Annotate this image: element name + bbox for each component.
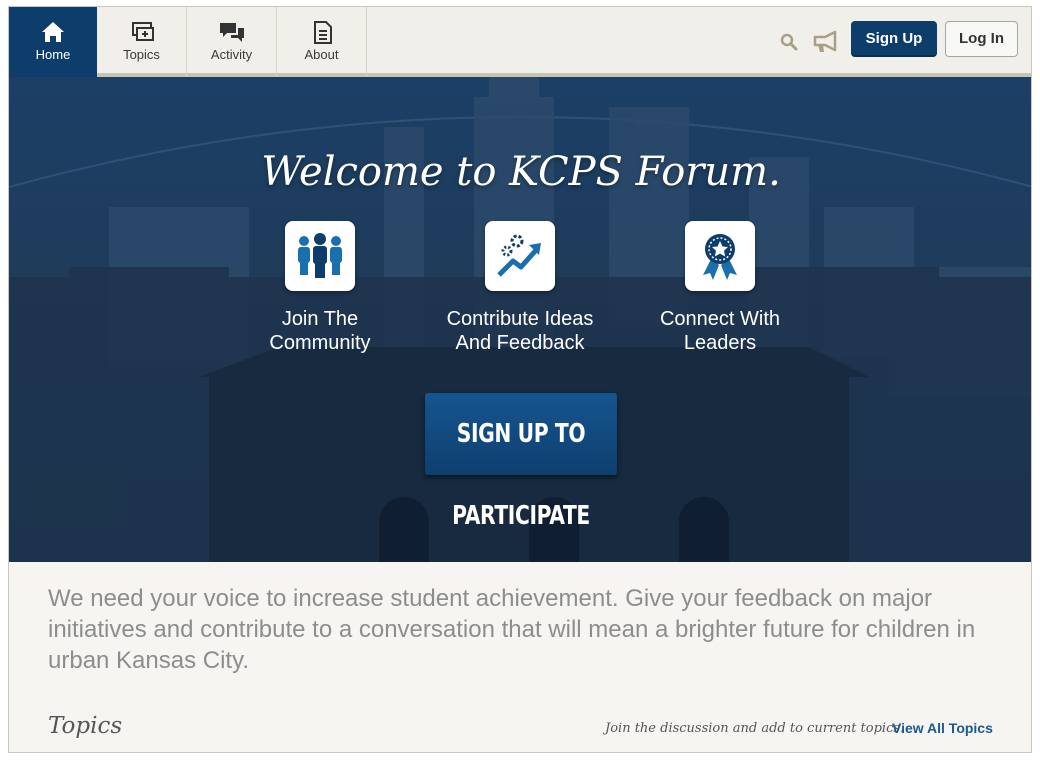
topics-icon — [97, 19, 186, 45]
tab-topics[interactable]: Topics — [97, 7, 187, 77]
activity-icon — [187, 19, 276, 45]
tab-home-label: Home — [35, 47, 71, 62]
about-icon — [277, 19, 366, 45]
feature-connect-leaders: Connect With Leaders — [630, 221, 810, 355]
tab-home[interactable]: Home — [9, 7, 97, 77]
search-icon[interactable] — [775, 29, 803, 55]
megaphone-icon[interactable] — [811, 29, 839, 55]
people-icon — [285, 221, 355, 291]
feature-join-label-line2: Community — [269, 332, 371, 354]
hero-title: Welcome to KCPS Forum. — [261, 149, 781, 195]
view-all-topics-link[interactable]: View All Topics — [892, 720, 993, 736]
feature-contribute-label-line2: And Feedback — [455, 332, 585, 354]
award-ribbon-icon — [685, 221, 755, 291]
intro-paragraph: We need your voice to increase student a… — [48, 585, 976, 674]
tab-topics-label: Topics — [123, 47, 160, 62]
home-icon — [9, 19, 97, 45]
top-navigation: Home Topics Activity About Sign Up Log I… — [9, 7, 1031, 77]
feature-connect-label-line1: Connect With — [659, 308, 781, 330]
sign-up-to-participate-button[interactable]: SIGN UP TO PARTICIPATE — [425, 393, 617, 531]
feature-connect-label-line2: Leaders — [683, 332, 757, 354]
feature-join-community: Join The Community — [230, 221, 410, 355]
page-frame: Home Topics Activity About Sign Up Log I… — [8, 6, 1032, 753]
hero-banner: Welcome to KCPS Forum. Join The Communit… — [9, 77, 1031, 562]
topics-note: Join the discussion and add to current t… — [605, 721, 905, 736]
tab-activity-label: Activity — [210, 47, 253, 62]
tab-about-label: About — [304, 47, 339, 62]
feature-contribute-label-line1: Contribute Ideas — [446, 308, 594, 330]
feature-contribute-ideas: Contribute Ideas And Feedback — [430, 221, 610, 355]
ideas-growth-icon — [485, 221, 555, 291]
feature-join-label-line1: Join The — [281, 308, 359, 330]
topics-heading: Topics — [48, 713, 123, 739]
tab-activity[interactable]: Activity — [187, 7, 277, 77]
tab-about[interactable]: About — [277, 7, 367, 77]
sign-up-button[interactable]: Sign Up — [851, 21, 937, 57]
log-in-button[interactable]: Log In — [945, 21, 1018, 57]
